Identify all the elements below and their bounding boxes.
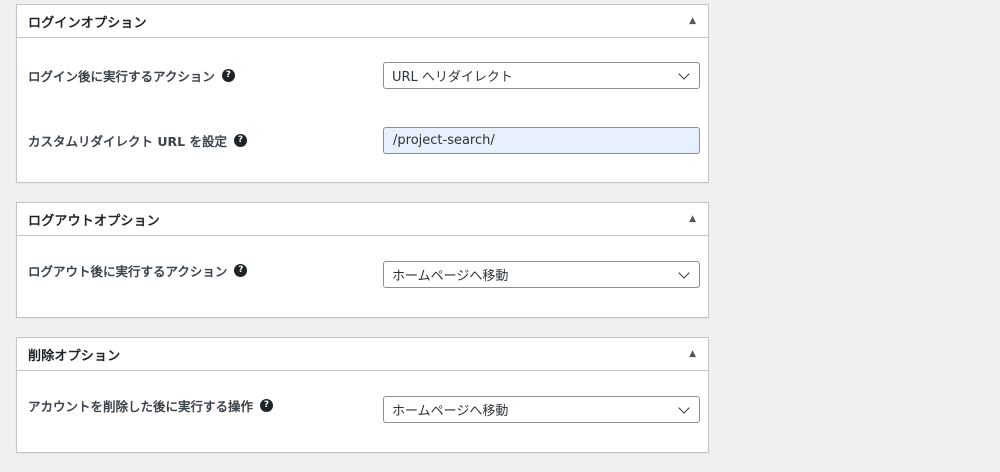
logout-action-select[interactable]: ホームページへ移動 (383, 261, 700, 288)
logout-options-body: ログアウト後に実行するアクション ? ホームページへ移動 (17, 236, 708, 304)
delete-action-label: アカウントを削除した後に実行する操作 ? (28, 396, 274, 415)
delete-action-select-value: ホームページへ移動 (392, 404, 509, 419)
collapse-toggle-icon[interactable]: ▲ (689, 349, 696, 359)
redirect-url-label: カスタムリダイレクト URL を設定 ? (28, 131, 247, 150)
redirect-url-label-text: カスタムリダイレクト URL を設定 (28, 133, 227, 149)
login-action-label: ログイン後に実行するアクション ? (28, 66, 235, 85)
collapse-toggle-icon[interactable]: ▲ (689, 16, 696, 26)
logout-action-label: ログアウト後に実行するアクション ? (28, 261, 248, 280)
delete-options-header[interactable]: 削除オプション ▲ (17, 338, 708, 371)
help-icon[interactable]: ? (221, 68, 235, 82)
login-action-label-text: ログイン後に実行するアクション (28, 68, 215, 84)
logout-action-row: ログアウト後に実行するアクション ? ホームページへ移動 (28, 236, 700, 304)
redirect-url-row: カスタムリダイレクト URL を設定 ? (28, 112, 700, 168)
chevron-down-icon (678, 401, 690, 414)
logout-action-label-text: ログアウト後に実行するアクション (28, 263, 228, 279)
help-icon[interactable]: ? (260, 398, 274, 412)
logout-options-header[interactable]: ログアウトオプション ▲ (17, 203, 708, 236)
login-options-body: ログイン後に実行するアクション ? URL へリダイレクト カスタムリダイレクト… (17, 38, 708, 168)
login-options-box: ログインオプション ▲ ログイン後に実行するアクション ? URL へリダイレク… (16, 4, 709, 183)
login-action-select-value: URL へリダイレクト (392, 70, 513, 85)
help-icon[interactable]: ? (234, 263, 248, 277)
login-action-select[interactable]: URL へリダイレクト (383, 62, 700, 89)
chevron-down-icon (678, 67, 690, 80)
delete-options-title: 削除オプション (28, 348, 121, 364)
login-options-header[interactable]: ログインオプション ▲ (17, 5, 708, 38)
redirect-url-input[interactable] (383, 127, 700, 154)
help-icon[interactable]: ? (233, 133, 247, 147)
logout-action-select-value: ホームページへ移動 (392, 269, 509, 284)
login-options-title: ログインオプション (28, 15, 147, 31)
settings-wrapper: ログインオプション ▲ ログイン後に実行するアクション ? URL へリダイレク… (16, 4, 709, 472)
delete-action-row: アカウントを削除した後に実行する操作 ? ホームページへ移動 (28, 371, 700, 439)
logout-options-box: ログアウトオプション ▲ ログアウト後に実行するアクション ? ホームページへ移… (16, 202, 709, 318)
login-action-row: ログイン後に実行するアクション ? URL へリダイレクト (28, 38, 700, 112)
chevron-down-icon (678, 266, 690, 279)
delete-action-select[interactable]: ホームページへ移動 (383, 396, 700, 423)
logout-options-title: ログアウトオプション (28, 213, 161, 229)
delete-options-box: 削除オプション ▲ アカウントを削除した後に実行する操作 ? ホームページへ移動 (16, 337, 709, 453)
delete-action-label-text: アカウントを削除した後に実行する操作 (28, 398, 254, 414)
delete-options-body: アカウントを削除した後に実行する操作 ? ホームページへ移動 (17, 371, 708, 439)
collapse-toggle-icon[interactable]: ▲ (689, 214, 696, 224)
